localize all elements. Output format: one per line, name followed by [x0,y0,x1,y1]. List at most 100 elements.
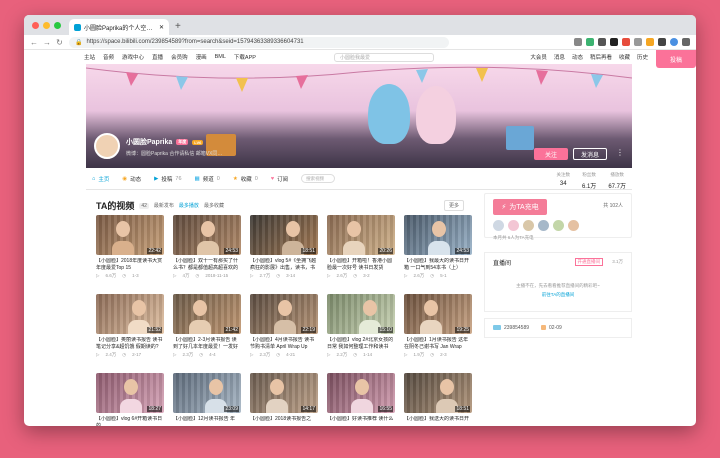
video-thumbnail[interactable]: 22:19 [250,294,318,334]
video-title[interactable]: 【小圆脸】2018年度读书大赏 年度最爱Top 15 [96,258,164,271]
follow-button[interactable]: 关注 [534,148,568,160]
extension-icon[interactable] [658,38,666,46]
avatar[interactable] [538,220,549,231]
video-card[interactable]: 20:26 【小圆脸】开箱啦！香港小圆脸最一次好号 读书日发货 ▷ 2.6万 ◷ 3-2 [327,215,395,289]
stat-following[interactable]: 关注数 34 [556,172,570,190]
minimize-window-icon[interactable] [43,22,50,29]
topnav-item[interactable]: 下载APP [234,53,256,61]
extension-icon[interactable] [586,38,594,46]
live-open-button[interactable]: 开通直播间 [574,258,603,266]
video-card[interactable]: 18:27【小圆脸】vlog 6#开箱读书日的▷1.8万◷3-20 [96,373,164,426]
sort-most-favorited[interactable]: 最多收藏 [204,202,224,209]
more-options-icon[interactable]: ⋮ [616,148,624,157]
video-card[interactable]: 16:55【小圆脸】好读书推荐 读什么▷1.7万◷3-7 [327,373,395,426]
message-button[interactable]: 发消息 [573,148,607,160]
video-title[interactable]: 【小圆脸】vlog 5#《坐拥飞越疯狂的影展》出售，读书，书店 [250,258,318,271]
tab-home[interactable]: ⌂ 主页 [92,175,109,183]
video-card[interactable]: 14:17【小圆脸】2018读书报告之▷1.7万◷1-1 [250,373,318,426]
star-icon[interactable] [574,38,582,46]
video-thumbnail[interactable]: 18:51 [250,215,318,255]
topnav-item[interactable]: BML [215,54,226,60]
video-thumbnail[interactable]: 23:09 [173,373,241,413]
topnav-right-item[interactable]: 历史 [637,53,648,61]
avatar[interactable] [523,220,534,231]
video-card[interactable]: 21:52 【小圆脸】奥丽读书报告 读书笔记分享&超饥饿 假期读的? ▷ 2.4万 ◷ 2… [96,294,164,368]
extension-icon[interactable] [610,38,618,46]
avatar[interactable] [508,220,519,231]
topnav-right-item[interactable]: 收藏 [619,53,630,61]
sort-latest[interactable]: 最新发布 [154,202,174,209]
video-card[interactable]: 23:09【小圆脸】12月读书报告 年▷1.8万◷1-8 [173,373,241,426]
video-card[interactable]: 21:42 【小圆脸】2-3月读书报告 读到了好几本年度最爱！一发好 ▷ 2.3万 ◷ 4… [173,294,241,368]
video-title[interactable]: 【小圆脸】vlog 6#开箱读书日的 [96,416,164,426]
video-title[interactable]: 【小圆脸】我最大的读书日开箱 一口气到54本书（上） [404,258,472,271]
video-title[interactable]: 【小圆脸】2-3月读书报告 读到了好几本年度最爱！一发好 [173,337,241,350]
back-icon[interactable]: ← [30,38,38,47]
topnav-right-item[interactable]: 稍后再看 [590,53,612,61]
space-search-input[interactable]: 搜索视频 [301,174,336,183]
video-title[interactable]: 【小圆脸】1月读书报告 这年在阴冬己谢书写 Jan Wrap [404,337,472,350]
maximize-window-icon[interactable] [54,22,61,29]
video-title[interactable]: 【小圆脸】开箱啦！香港小圆脸最一次好号 读书日发货 [327,258,395,271]
video-title[interactable]: 【小圆脸】奥丽读书报告 读书笔记分享&超饥饿 假期读的? [96,337,164,350]
extension-icon[interactable] [598,38,606,46]
video-title[interactable]: 【小圆脸】2018读书报告之 [250,416,318,426]
video-thumbnail[interactable]: 21:42 [173,294,241,334]
topnav-item[interactable]: 音频 [103,53,114,61]
menu-icon[interactable] [682,38,690,46]
video-title[interactable]: 【小圆脸】我送大的读书日开 [404,416,472,426]
video-thumbnail[interactable]: 14:17 [250,373,318,413]
video-title[interactable]: 【小圆脸】12月读书报告 年 [173,416,241,426]
extension-icon[interactable] [622,38,630,46]
reload-icon[interactable]: ↻ [56,38,63,47]
stat-fans[interactable]: 粉丝数 6.1万 [582,172,596,190]
topnav-right-item[interactable]: 消息 [554,53,565,61]
video-card[interactable]: 19:25 【小圆脸】1月读书报告 这年在阴冬己谢书写 Jan Wrap ▷ 1.9万… [404,294,472,368]
tab-dynamic[interactable]: ◉ 动态 [122,175,141,183]
video-thumbnail[interactable]: 18:51 [404,373,472,413]
upload-button[interactable]: 投稿 [656,50,696,68]
topnav-item[interactable]: 会员购 [171,53,188,61]
topnav-item[interactable]: 主站 [84,53,95,61]
extension-icon[interactable] [646,38,654,46]
profile-avatar-icon[interactable] [670,38,678,46]
tab-channels[interactable]: ▦ 频道 0 [195,175,220,183]
video-thumbnail[interactable]: 24:53 [173,215,241,255]
topnav-item[interactable]: 游戏中心 [122,53,144,61]
video-thumbnail[interactable]: 16:55 [327,373,395,413]
video-title[interactable]: 【小圆脸】好读书推荐 读什么 [327,416,395,426]
topnav-right-item[interactable]: 大会员 [530,53,547,61]
avatar[interactable] [568,220,579,231]
video-thumbnail[interactable]: 20:26 [327,215,395,255]
topnav-item[interactable]: 直播 [152,53,163,61]
close-tab-icon[interactable]: ✕ [159,24,164,31]
video-title[interactable]: 【小圆脸】vlog 2#北京女孩的日常 我如何整理工作和读书 [327,337,395,350]
sort-most-played[interactable]: 最多播放 [179,202,199,209]
video-title[interactable]: 【小圆脸】4月读书报告 读书节购书清单 April Wrap Up [250,337,318,350]
tab-uploads[interactable]: ▶ 投稿 76 [154,175,181,183]
forward-icon[interactable]: → [43,38,51,47]
video-card[interactable]: 18:51【小圆脸】我送大的读书日开▷1.6万◷5-4 [404,373,472,426]
live-link[interactable]: 前往TA的直播间 [493,292,623,298]
tab-subscriptions[interactable]: ♥ 订阅 [271,175,288,183]
video-card[interactable]: 22:42 【小圆脸】2018年度读书大赏 年度最爱Top 15 ▷ 6.6万 ◷ 1-3 [96,215,164,289]
video-thumbnail[interactable]: 21:52 [96,294,164,334]
topnav-right-item[interactable]: 动态 [572,53,583,61]
video-card[interactable]: 22:19 【小圆脸】4月读书报告 读书节购书清单 April Wrap Up ▷ 2… [250,294,318,368]
video-card[interactable]: 24:53 【小圆脸】双十一有那买了什么书？都是都值超高超喜欢的 ▷ 4万 ◷ 2018-… [173,215,241,289]
video-card[interactable]: 15:10 【小圆脸】vlog 2#北京女孩的日常 我如何整理工作和读书 ▷ 2.2万… [327,294,395,368]
video-thumbnail[interactable]: 24:53 [404,215,472,255]
tab-favorites[interactable]: ★ 收藏 0 [233,175,258,183]
video-thumbnail[interactable]: 22:42 [96,215,164,255]
extension-icon[interactable] [634,38,642,46]
video-thumbnail[interactable]: 15:10 [327,294,395,334]
charge-button[interactable]: ⚡ 为TA充电 [493,199,547,215]
video-title[interactable]: 【小圆脸】双十一有那买了什么书？都是都值超高超喜欢的 [173,258,241,271]
new-tab-button[interactable]: + [175,21,181,32]
video-thumbnail[interactable]: 18:27 [96,373,164,413]
video-thumbnail[interactable]: 19:25 [404,294,472,334]
more-videos-button[interactable]: 更多 [443,200,464,211]
video-card[interactable]: 18:51 【小圆脸】vlog 5#《坐拥飞越疯狂的影展》出售，读书，书店 ▷ 2.7… [250,215,318,289]
site-search-input[interactable]: 小圆脸我最爱 [334,52,434,62]
video-card[interactable]: 24:53 【小圆脸】我最大的读书日开箱 一口气到54本书（上） ▷ 2.6万 ◷ 5-1 [404,215,472,289]
